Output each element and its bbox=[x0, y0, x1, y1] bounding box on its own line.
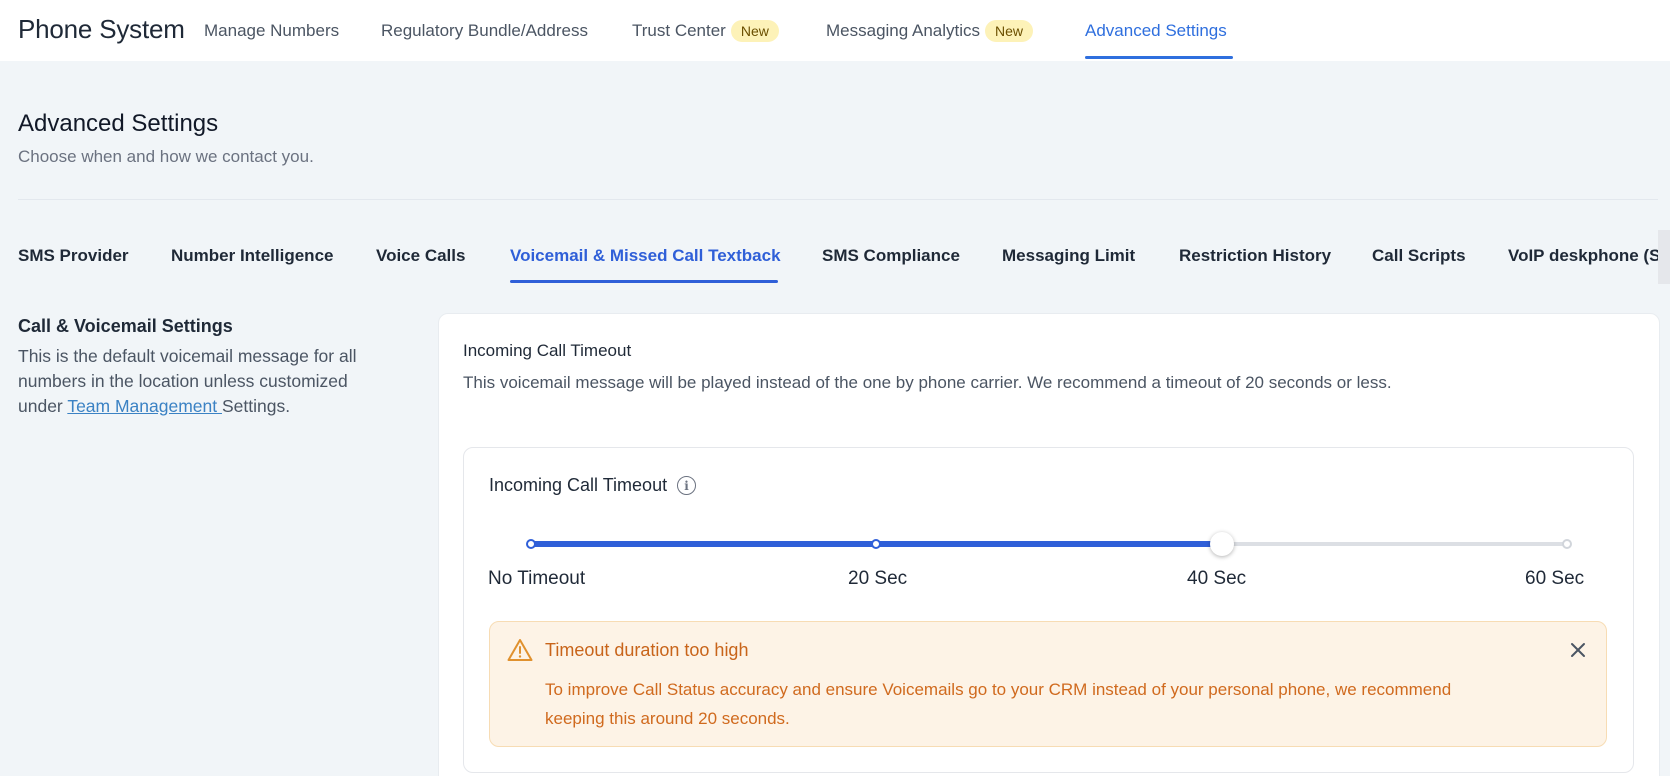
topnav-label: Regulatory Bundle/Address bbox=[381, 21, 588, 40]
topnav-advanced-settings[interactable]: Advanced Settings bbox=[1085, 20, 1227, 42]
slider-label-no-timeout: No Timeout bbox=[488, 568, 586, 589]
team-management-link[interactable]: Team Management bbox=[67, 396, 222, 416]
topnav-trust-center[interactable]: Trust Center New bbox=[632, 20, 779, 42]
alert-title: Timeout duration too high bbox=[545, 640, 749, 660]
tab-messaging-limit[interactable]: Messaging Limit bbox=[1002, 246, 1135, 266]
tab-sms-compliance[interactable]: SMS Compliance bbox=[822, 246, 960, 266]
page-title: Advanced Settings bbox=[18, 110, 219, 137]
tab-voice-calls[interactable]: Voice Calls bbox=[376, 246, 465, 266]
tab-sms-provider[interactable]: SMS Provider bbox=[18, 246, 129, 266]
top-navigation-bar: Phone System Manage Numbers Regulatory B… bbox=[0, 0, 1670, 61]
slider-stop-no-timeout[interactable] bbox=[526, 539, 536, 549]
tabs-scroll-edge[interactable] bbox=[1658, 230, 1670, 284]
slider-title: Incoming Call Timeout i bbox=[489, 475, 697, 496]
tab-voip-deskphone[interactable]: VoIP deskphone (S bbox=[1508, 246, 1658, 266]
alert-body: To improve Call Status accuracy and ensu… bbox=[545, 680, 1452, 728]
topnav-regulatory-bundle[interactable]: Regulatory Bundle/Address bbox=[381, 20, 588, 42]
tab-number-intelligence[interactable]: Number Intelligence bbox=[171, 246, 333, 266]
slider-label-20-sec: 20 Sec bbox=[848, 568, 908, 589]
topnav-manage-numbers[interactable]: Manage Numbers bbox=[204, 20, 339, 42]
slider-label-40-sec: 40 Sec bbox=[1187, 568, 1247, 589]
header-divider bbox=[18, 199, 1658, 200]
slider-thumb[interactable] bbox=[1209, 532, 1234, 556]
app-title: Phone System bbox=[18, 14, 185, 44]
topnav-label: Trust Center bbox=[632, 21, 726, 40]
section-title: Call & Voicemail Settings bbox=[18, 316, 233, 336]
section-description-text-end: Settings. bbox=[221, 396, 291, 416]
info-circle-icon[interactable]: i bbox=[677, 476, 697, 495]
new-badge: New bbox=[730, 20, 779, 42]
active-subtab-indicator bbox=[510, 280, 778, 283]
new-badge: New bbox=[985, 20, 1034, 42]
topnav-label: Advanced Settings bbox=[1085, 21, 1227, 40]
close-icon[interactable] bbox=[1566, 638, 1590, 662]
card-heading: Incoming Call Timeout bbox=[463, 341, 632, 360]
active-tab-indicator bbox=[1085, 56, 1233, 59]
section-description: This is the default voicemail message fo… bbox=[18, 344, 388, 419]
topnav-label: Manage Numbers bbox=[204, 21, 340, 40]
slider-stop-60-sec[interactable] bbox=[1562, 539, 1572, 549]
topnav-label: Messaging Analytics bbox=[826, 21, 981, 40]
tab-voicemail-missed-call-textback[interactable]: Voicemail & Missed Call Textback bbox=[510, 246, 781, 266]
slider-title-text: Incoming Call Timeout bbox=[489, 475, 668, 495]
slider-label-60-sec: 60 Sec bbox=[1525, 568, 1585, 589]
tab-restriction-history[interactable]: Restriction History bbox=[1179, 246, 1331, 266]
topnav-messaging-analytics[interactable]: Messaging Analytics New bbox=[826, 20, 1034, 42]
warning-triangle-icon bbox=[507, 638, 533, 662]
card-description: This voicemail message will be played in… bbox=[463, 373, 1392, 392]
page-subtitle: Choose when and how we contact you. bbox=[18, 147, 314, 166]
tab-call-scripts[interactable]: Call Scripts bbox=[1372, 246, 1466, 266]
